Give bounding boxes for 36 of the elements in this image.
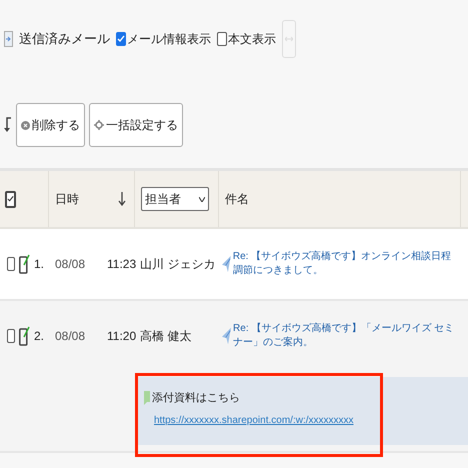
checkbox[interactable] (217, 32, 227, 46)
time-cell-text: 11:23 (107, 256, 138, 273)
person-select[interactable]: 担当者 (141, 187, 209, 211)
option-label[interactable]: 本文表示 (228, 30, 276, 48)
phone-pen-icon (19, 326, 30, 346)
checkbox[interactable] (7, 257, 15, 271)
row-number: 2. (34, 328, 44, 345)
memo-link[interactable]: https://xxxxxxx.sharepoint.com/:w:/xxxxxxxxx (154, 414, 354, 428)
check-icon (117, 35, 125, 43)
chevron-icon (199, 196, 205, 202)
row-number: 1. (34, 256, 44, 273)
check-icon (7, 195, 14, 203)
action-button[interactable]: 削除する (16, 103, 85, 147)
time-cell-text: 11:20 (107, 328, 138, 345)
column-header[interactable]: 日時 (55, 190, 79, 208)
corner-arrow-icon (4, 117, 12, 133)
folder-icon (4, 31, 13, 47)
date-cell-text: 08/08 (55, 256, 86, 273)
date-cell-text: 08/08 (55, 328, 86, 345)
checkbox[interactable] (5, 190, 16, 208)
checkbox[interactable] (7, 329, 15, 343)
column-header[interactable]: 件名 (225, 190, 249, 208)
action-button[interactable]: 一括設定する (89, 103, 183, 147)
checkbox[interactable] (116, 32, 126, 46)
delete-icon (21, 120, 30, 130)
subject-link[interactable]: Re: 【サイボウズ高橋です】「メールワイズ セミナー」のご案内。 (233, 322, 460, 350)
option-label[interactable]: メール情報表示 (127, 30, 211, 48)
phone-pen-icon (19, 254, 30, 274)
arrows-icon (285, 34, 293, 44)
gear-icon (94, 120, 104, 130)
person-cell-text: 山川 ジェシカ (140, 256, 216, 273)
subject-link[interactable]: Re: 【サイボウズ高橋です】オンライン相談日程調節につきまして。 (232, 250, 460, 278)
memo-title: 添付資料はこちら (152, 391, 240, 406)
person-cell-text: 高橋 健太 (140, 328, 192, 345)
folder-title: 送信済みメール (19, 30, 110, 48)
memo-icon (144, 391, 150, 406)
